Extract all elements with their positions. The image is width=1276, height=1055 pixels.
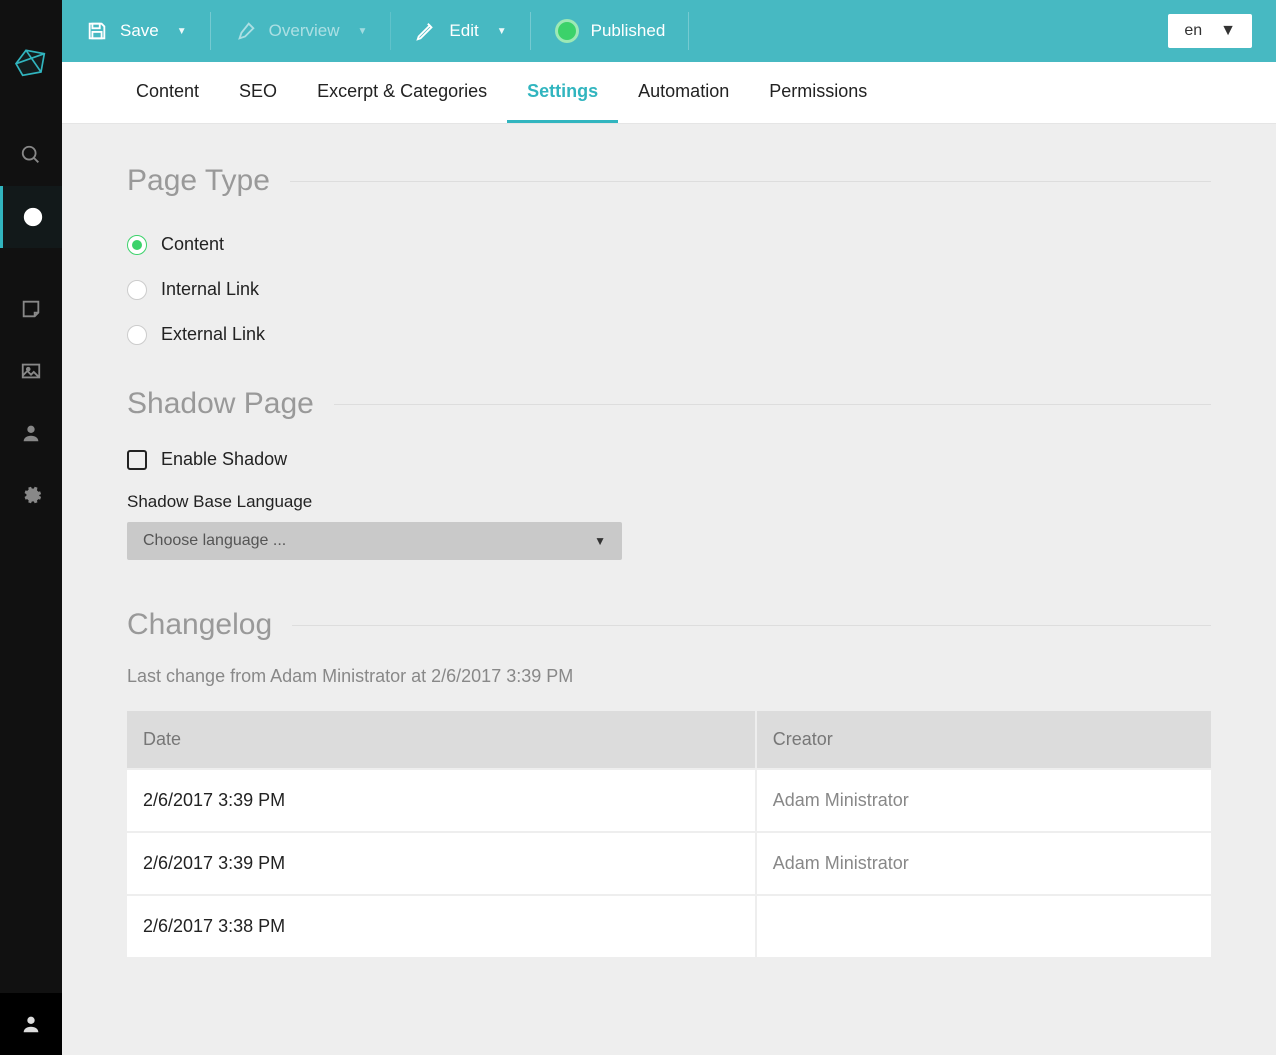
enable-shadow-checkbox[interactable]: Enable Shadow <box>127 445 1211 492</box>
brush-icon <box>235 20 257 42</box>
edit-label: Edit <box>449 21 478 41</box>
tab-bar: Content SEO Excerpt & Categories Setting… <box>62 62 1276 124</box>
sidebar-note[interactable] <box>0 278 62 340</box>
table-row: 2/6/2017 3:38 PM <box>127 895 1211 957</box>
radio-label: Content <box>161 234 224 255</box>
radio-content[interactable]: Content <box>127 222 1211 267</box>
tab-label: Permissions <box>769 81 867 102</box>
sidebar-media[interactable] <box>0 340 62 402</box>
overview-label: Overview <box>269 21 340 41</box>
caret-down-icon: ▼ <box>1220 22 1236 40</box>
save-button[interactable]: Save ▼ <box>62 0 211 62</box>
radio-indicator <box>127 325 147 345</box>
checkbox-indicator <box>127 450 147 470</box>
published-status[interactable]: Published <box>531 0 690 62</box>
tab-automation[interactable]: Automation <box>618 62 749 123</box>
section-shadow-page-title: Shadow Page <box>127 387 1211 421</box>
profile-icon <box>20 1013 42 1035</box>
language-select-value: en <box>1184 22 1202 40</box>
published-status-dot <box>555 19 579 43</box>
caret-down-icon: ▼ <box>358 26 368 37</box>
language-select[interactable]: en ▼ <box>1168 14 1252 48</box>
caret-down-icon: ▼ <box>594 534 606 548</box>
select-placeholder: Choose language ... <box>143 532 286 550</box>
search-icon <box>20 144 42 166</box>
target-icon <box>22 206 44 228</box>
sidebar <box>0 0 62 1055</box>
radio-external-link[interactable]: External Link <box>127 312 1211 357</box>
section-page-type-title: Page Type <box>127 164 1211 198</box>
section-changelog-title: Changelog <box>127 608 1211 642</box>
sidebar-profile[interactable] <box>0 993 62 1055</box>
sidebar-contacts[interactable] <box>0 402 62 464</box>
cell-creator <box>756 895 1211 957</box>
save-label: Save <box>120 21 159 41</box>
tab-settings[interactable]: Settings <box>507 62 618 123</box>
column-creator-header: Creator <box>756 711 1211 769</box>
tab-seo[interactable]: SEO <box>219 62 297 123</box>
table-row: 2/6/2017 3:39 PM Adam Ministrator <box>127 769 1211 832</box>
section-heading: Page Type <box>127 164 270 198</box>
caret-down-icon: ▼ <box>497 26 507 37</box>
tab-label: SEO <box>239 81 277 102</box>
user-icon <box>20 422 42 444</box>
tab-label: Content <box>136 81 199 102</box>
caret-down-icon: ▼ <box>177 26 187 37</box>
radio-label: Internal Link <box>161 279 259 300</box>
sidebar-search[interactable] <box>0 124 62 186</box>
edit-button[interactable]: Edit ▼ <box>391 0 530 62</box>
overview-button[interactable]: Overview ▼ <box>211 0 392 62</box>
cell-creator: Adam Ministrator <box>756 769 1211 832</box>
save-icon <box>86 20 108 42</box>
table-row: 2/6/2017 3:39 PM Adam Ministrator <box>127 832 1211 895</box>
pencil-icon <box>415 20 437 42</box>
tab-label: Settings <box>527 81 598 102</box>
radio-label: External Link <box>161 324 265 345</box>
sidebar-settings[interactable] <box>0 464 62 526</box>
gear-icon <box>20 484 42 506</box>
tab-permissions[interactable]: Permissions <box>749 62 887 123</box>
tab-label: Automation <box>638 81 729 102</box>
tab-excerpt-categories[interactable]: Excerpt & Categories <box>297 62 507 123</box>
radio-indicator <box>127 235 147 255</box>
sidebar-target[interactable] <box>0 186 62 248</box>
changelog-table: Date Creator 2/6/2017 3:39 PM Adam Minis… <box>127 711 1211 957</box>
changelog-subtitle: Last change from Adam Ministrator at 2/6… <box>127 666 1211 687</box>
cell-date: 2/6/2017 3:39 PM <box>127 832 756 895</box>
tab-label: Excerpt & Categories <box>317 81 487 102</box>
app-logo[interactable] <box>0 0 62 124</box>
checkbox-label: Enable Shadow <box>161 449 287 470</box>
section-heading: Changelog <box>127 608 272 642</box>
column-date-header: Date <box>127 711 756 769</box>
shadow-base-language-label: Shadow Base Language <box>127 492 1211 512</box>
page-type-radio-group: Content Internal Link External Link <box>127 222 1211 357</box>
cell-date: 2/6/2017 3:38 PM <box>127 895 756 957</box>
topbar: Save ▼ Overview ▼ Edit ▼ Published en ▼ <box>62 0 1276 62</box>
radio-indicator <box>127 280 147 300</box>
tab-content[interactable]: Content <box>116 62 219 123</box>
note-icon <box>20 298 42 320</box>
cell-date: 2/6/2017 3:39 PM <box>127 769 756 832</box>
shadow-base-language-select[interactable]: Choose language ... ▼ <box>127 522 622 560</box>
published-label: Published <box>591 21 666 41</box>
section-heading: Shadow Page <box>127 387 314 421</box>
image-icon <box>20 360 42 382</box>
cell-creator: Adam Ministrator <box>756 832 1211 895</box>
radio-internal-link[interactable]: Internal Link <box>127 267 1211 312</box>
